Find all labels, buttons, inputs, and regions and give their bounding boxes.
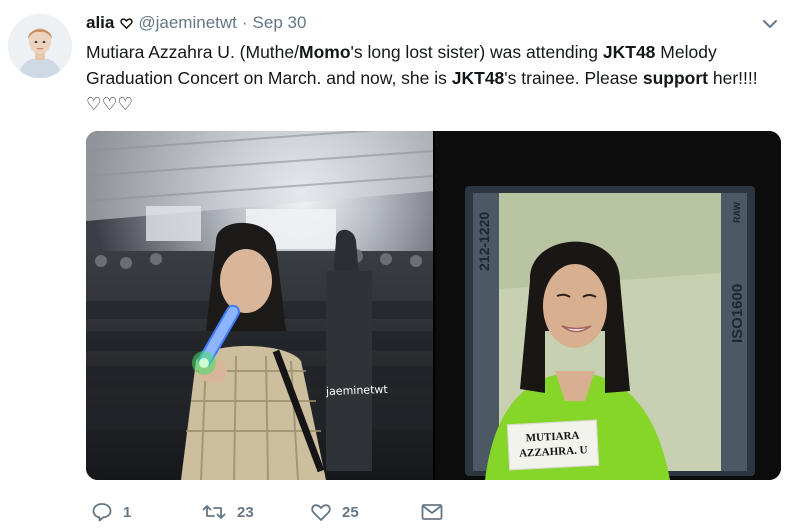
retweet-button[interactable]: 23	[201, 501, 254, 523]
separator: ·	[241, 13, 248, 32]
heart-icon	[311, 504, 331, 521]
text-bold-jkt48: JKT48	[451, 68, 505, 88]
text-bold-momo: Momo	[299, 42, 351, 62]
nameplate-line: AZZAHRA. U	[518, 444, 588, 460]
retweet-icon	[202, 505, 226, 519]
tweet-text: Mutiara Azzahra U. (Muthe/Momo's long lo…	[86, 39, 786, 117]
watermark: jaeminetwt	[325, 382, 388, 399]
text-bold-support: support	[642, 68, 708, 88]
timestamp[interactable]: Sep 30	[253, 13, 307, 33]
camera-iso-label: ISO1600	[729, 283, 746, 343]
envelope-icon	[421, 504, 443, 520]
text-segment: 's long lost sister) was attending	[350, 42, 603, 62]
text-segment: Mutiara Azzahra U. (Muthe/	[86, 42, 299, 62]
display-name[interactable]: alia	[86, 13, 114, 33]
reply-icon	[92, 503, 112, 522]
avatar[interactable]	[8, 14, 72, 78]
chevron-down-icon[interactable]	[762, 16, 778, 32]
camera-raw-label: RAW	[732, 202, 742, 223]
handle[interactable]: @jaeminetwt	[138, 13, 237, 33]
retweet-count: 23	[237, 503, 254, 521]
tweet-header: alia @jaeminetwt · Sep 30	[86, 12, 306, 34]
text-bold-jkt48: JKT48	[602, 42, 656, 62]
reply-button[interactable]: 1	[91, 501, 131, 523]
camera-code-label: 212-1220	[476, 211, 492, 271]
text-segment: 's trainee. Please	[504, 68, 643, 88]
reply-count: 1	[123, 503, 132, 521]
nameplate: MUTIARA AZZAHRA. U	[506, 419, 600, 471]
heart-outline-icon	[120, 17, 134, 29]
like-button[interactable]: 25	[310, 501, 359, 523]
photo-trainee[interactable]: 212-1220 RAW ISO1600 MUTIARA AZZAHRA. U	[435, 131, 781, 480]
media-grid: jaeminetwt 212-1220 RAW ISO1600 MUTIARA …	[86, 131, 781, 480]
like-count: 25	[342, 503, 359, 521]
direct-message-button[interactable]	[420, 501, 444, 523]
photo-concert[interactable]: jaeminetwt	[86, 131, 433, 480]
